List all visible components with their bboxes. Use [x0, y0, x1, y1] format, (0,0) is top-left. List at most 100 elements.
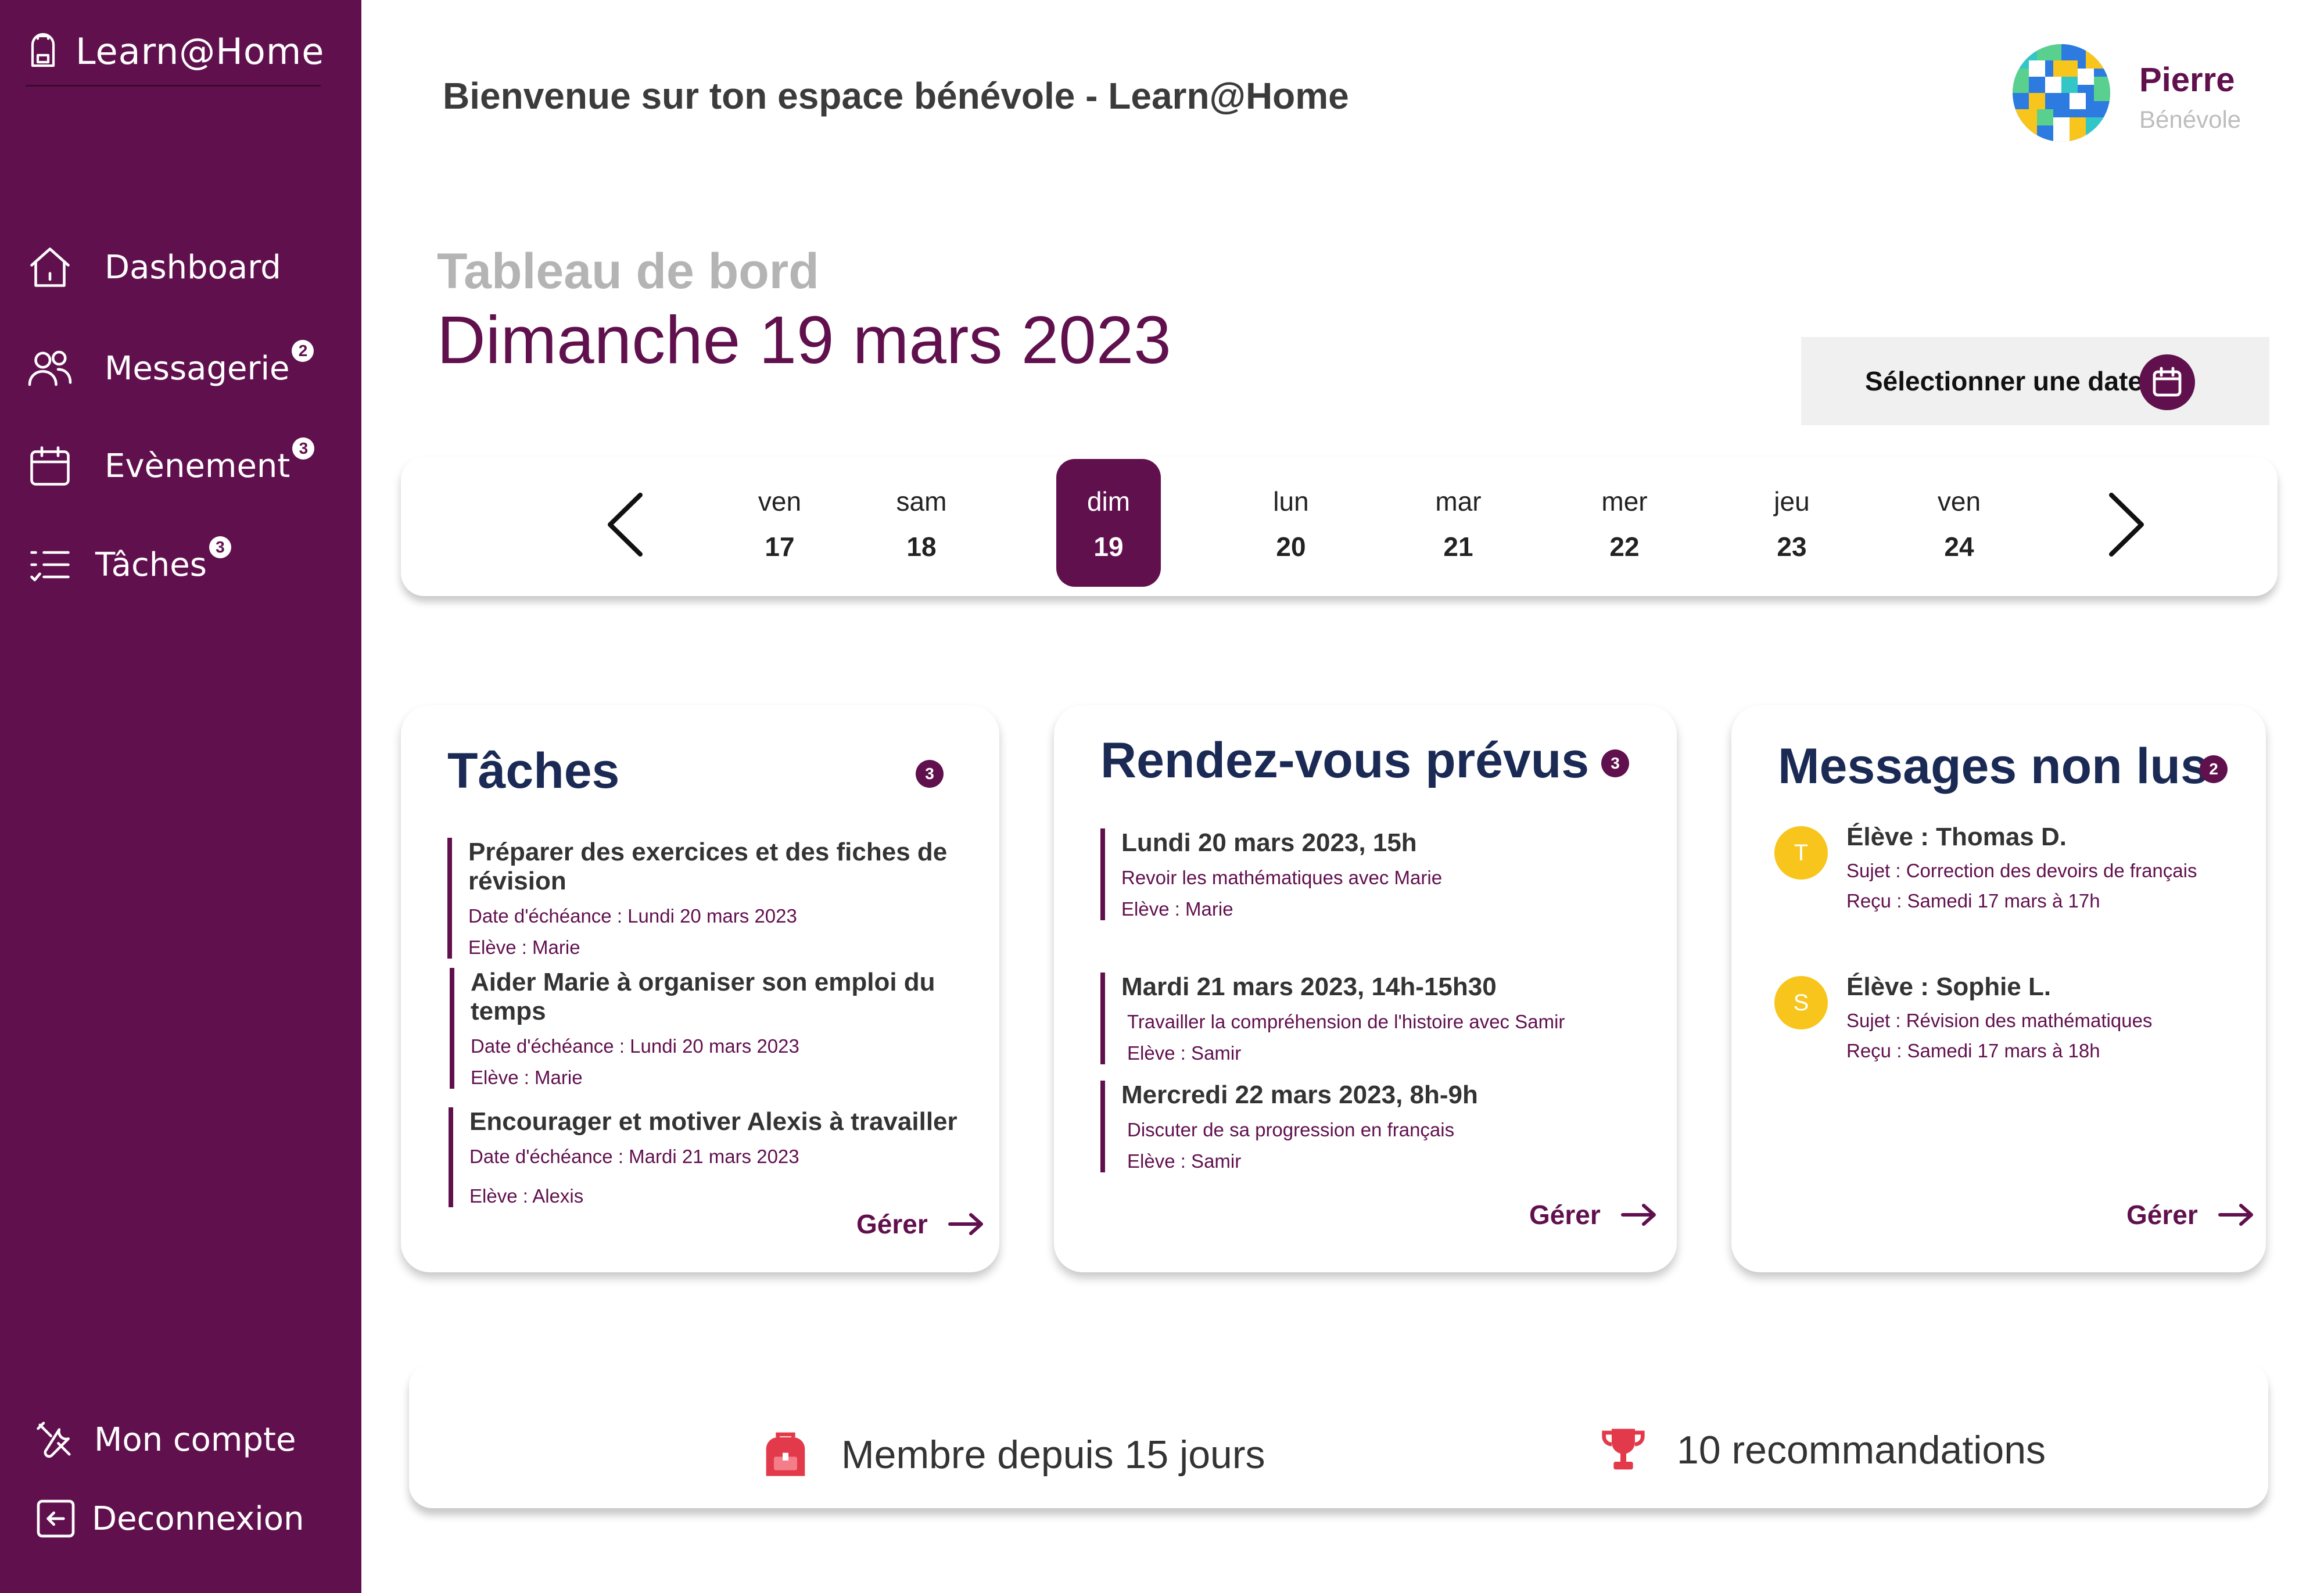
- sidebar-item-deconnexion[interactable]: Deconnexion: [33, 1495, 304, 1542]
- page-subtitle: Tableau de bord: [437, 243, 819, 299]
- tasks-count-badge: 3: [916, 760, 944, 788]
- pixel-avatar-icon: [2013, 44, 2110, 142]
- task-due-date: Date d'échéance : Lundi 20 mars 2023: [468, 905, 797, 927]
- task-item[interactable]: Préparer des exercices et des fiches de …: [447, 838, 999, 959]
- appointments-card: Rendez-vous prévus 3 Lundi 20 mars 2023,…: [1054, 705, 1677, 1272]
- task-item[interactable]: Encourager et motiver Alexis à travaille…: [449, 1107, 957, 1207]
- day-number: 18: [906, 532, 937, 562]
- sidebar-item-taches[interactable]: Tâches 3: [26, 536, 231, 589]
- day-item[interactable]: mar 21: [1406, 457, 1511, 596]
- day-item[interactable]: lun 20: [1239, 457, 1343, 596]
- appointment-item[interactable]: Mercredi 22 mars 2023, 8h-9h Discuter de…: [1100, 1081, 1478, 1172]
- brand-divider: [26, 85, 321, 87]
- day-number: 19: [1093, 532, 1124, 562]
- task-student: Elève : Marie: [468, 937, 580, 958]
- day-item-selected[interactable]: dim 19: [1056, 459, 1161, 587]
- appointment-student: Elève : Samir: [1127, 1150, 1242, 1172]
- avatar[interactable]: [2013, 44, 2110, 142]
- arrow-right-icon: [1620, 1204, 1656, 1226]
- day-item[interactable]: ven 24: [1907, 457, 2011, 596]
- sidebar-item-evenement[interactable]: Evènement 3: [26, 437, 315, 490]
- task-title: Préparer des exercices et des fiches de …: [468, 838, 948, 895]
- day-name: sam: [896, 486, 947, 516]
- users-icon: [28, 350, 72, 386]
- day-item[interactable]: sam 18: [869, 457, 974, 596]
- appointment-title: Mardi 21 mars 2023, 14h-15h30: [1121, 973, 1497, 1001]
- sidebar-item-label: Mon compte: [94, 1420, 296, 1459]
- appointment-title: Lundi 20 mars 2023, 15h: [1121, 828, 1417, 857]
- notification-badge: 2: [292, 340, 314, 362]
- day-item[interactable]: ven 17: [727, 457, 832, 596]
- calendar-icon: [2153, 367, 2182, 397]
- appointments-manage-button[interactable]: Gérer: [1529, 1199, 1658, 1230]
- task-student: Elève : Alexis: [469, 1185, 584, 1207]
- task-title: Encourager et motiver Alexis à travaille…: [469, 1107, 957, 1136]
- appointment-item[interactable]: Lundi 20 mars 2023, 15h Revoir les mathé…: [1100, 828, 1442, 920]
- message-sender: Élève : Sophie L.: [1846, 973, 2052, 1001]
- sender-avatar: T: [1774, 826, 1828, 880]
- task-title: Aider Marie à organiser son emploi du te…: [471, 968, 935, 1025]
- select-date-button[interactable]: Sélectionner une date: [1801, 337, 2269, 425]
- member-since-text: Membre depuis 15 jours: [841, 1433, 1265, 1477]
- recommendations-text: 10 recommandations: [1677, 1428, 2046, 1472]
- notification-badge: 3: [292, 437, 315, 460]
- appointment-student: Elève : Marie: [1121, 898, 1233, 920]
- sidebar-item-label: Dashboard: [105, 248, 281, 286]
- sidebar-item-dashboard[interactable]: Dashboard: [26, 243, 281, 292]
- day-name: lun: [1273, 486, 1309, 516]
- sidebar: Learn@Home Dashboard Messagerie 2 Evènem…: [0, 0, 361, 1593]
- day-name: ven: [1937, 486, 1981, 516]
- sidebar-item-messagerie[interactable]: Messagerie 2: [26, 340, 314, 393]
- messages-manage-button[interactable]: Gérer: [2126, 1199, 2255, 1230]
- messages-count-badge: 2: [2200, 755, 2228, 783]
- select-date-label: Sélectionner une date: [1865, 366, 2143, 396]
- tools-icon: [37, 1422, 71, 1458]
- day-item[interactable]: jeu 23: [1740, 457, 1844, 596]
- manage-label: Gérer: [856, 1209, 928, 1239]
- page-title: Dimanche 19 mars 2023: [437, 302, 1171, 378]
- chevron-left-icon[interactable]: [593, 487, 657, 562]
- appointment-description: Discuter de sa progression en français: [1127, 1119, 1455, 1140]
- member-since-stat: Membre depuis 15 jours: [762, 1429, 1265, 1480]
- week-selector: ven 17 sam 18 dim 19 lun 20 mar 21 mer 2…: [401, 457, 2278, 596]
- tasks-title: Tâches: [447, 743, 620, 799]
- logout-icon: [37, 1499, 75, 1538]
- appointment-item[interactable]: Mardi 21 mars 2023, 14h-15h30 Travailler…: [1100, 973, 1565, 1064]
- message-sender: Élève : Thomas D.: [1846, 823, 2067, 851]
- brand[interactable]: Learn@Home: [22, 30, 324, 73]
- welcome-title: Bienvenue sur ton espace bénévole - Lear…: [443, 75, 1349, 117]
- sidebar-item-mon-compte[interactable]: Mon compte: [33, 1418, 296, 1462]
- day-name: mer: [1601, 486, 1648, 516]
- manage-label: Gérer: [1529, 1200, 1601, 1230]
- calendar-button[interactable]: [2139, 354, 2195, 410]
- message-subject: Sujet : Révision des mathématiques: [1846, 1010, 2153, 1031]
- trophy-icon: [1602, 1429, 1645, 1470]
- backpack-icon: [31, 33, 55, 67]
- sidebar-item-label: Deconnexion: [92, 1499, 304, 1538]
- arrow-right-icon: [2218, 1204, 2253, 1226]
- day-number: 22: [1609, 532, 1640, 562]
- task-student: Elève : Marie: [471, 1067, 583, 1088]
- recommendations-stat: 10 recommandations: [1600, 1425, 2046, 1476]
- appointments-title: Rendez-vous prévus: [1100, 733, 1590, 788]
- tasks-card: Tâches 3 Préparer des exercices et des f…: [401, 705, 999, 1272]
- day-number: 21: [1443, 532, 1473, 562]
- message-received: Reçu : Samedi 17 mars à 18h: [1846, 1040, 2100, 1061]
- messages-title: Messages non lus: [1778, 738, 2208, 794]
- stats-panel: Membre depuis 15 jours 10 recommandation…: [409, 1363, 2268, 1508]
- chevron-right-icon[interactable]: [2095, 487, 2159, 562]
- task-item[interactable]: Aider Marie à organiser son emploi du te…: [450, 968, 999, 1089]
- home-icon: [30, 247, 70, 287]
- backpack-icon: [766, 1432, 805, 1476]
- tasks-manage-button[interactable]: Gérer: [856, 1208, 985, 1240]
- day-name: dim: [1086, 486, 1131, 516]
- day-item[interactable]: mer 22: [1572, 457, 1677, 596]
- day-number: 20: [1276, 532, 1306, 562]
- day-number: 24: [1944, 532, 1974, 562]
- day-number: 23: [1777, 532, 1807, 562]
- notification-badge: 3: [209, 536, 231, 558]
- brand-name: Learn@Home: [76, 30, 325, 73]
- appointment-description: Travailler la compréhension de l'histoir…: [1127, 1011, 1565, 1032]
- calendar-icon: [30, 446, 70, 486]
- day-name: ven: [758, 486, 802, 516]
